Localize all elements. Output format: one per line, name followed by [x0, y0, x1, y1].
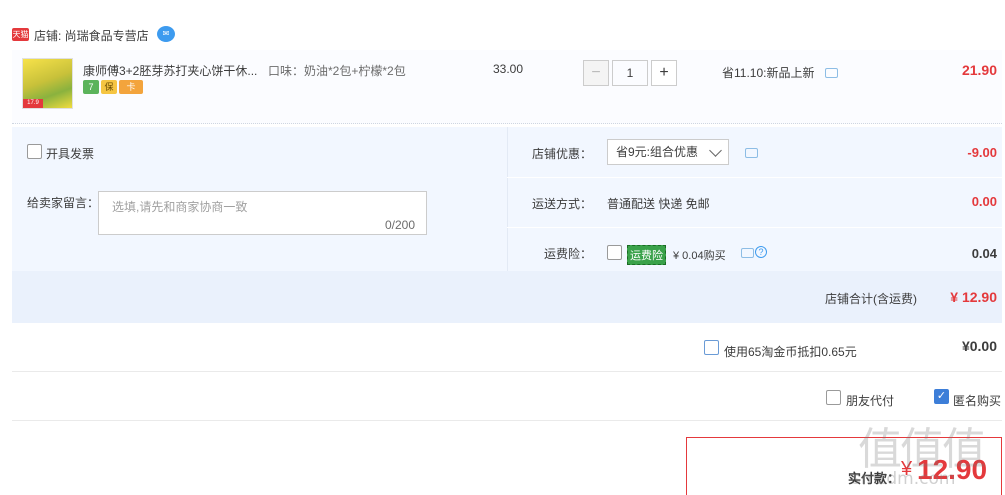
shop-name-link[interactable]: 店铺: 尚瑞食品专营店: [34, 27, 149, 44]
insurance-comment-icon[interactable]: [741, 248, 754, 258]
help-icon[interactable]: ?: [755, 246, 767, 258]
anonymous-purchase-label[interactable]: 匿名购买: [953, 392, 1001, 409]
wangwang-chat-icon[interactable]: ✉: [157, 26, 175, 42]
shop-promo-amount: -9.00: [967, 145, 997, 160]
service-icons: 7 保 卡: [83, 80, 143, 94]
thumbnail-price-tag: 17.9: [23, 99, 43, 108]
friend-pay-label[interactable]: 朋友代付: [846, 392, 894, 409]
taobao-coin-amount: ¥0.00: [961, 338, 997, 354]
item-promotion: 省11.10:新品上新: [722, 66, 815, 80]
shipping-fee: 0.00: [971, 194, 997, 209]
promo-comment-icon[interactable]: [745, 148, 758, 158]
watermark-logo: 值值值: [858, 424, 986, 475]
taobao-coin-checkbox[interactable]: [704, 340, 719, 355]
shop-promo-selected: 省9元:组合优惠: [616, 145, 699, 159]
item-subtotal: 21.90: [961, 62, 997, 78]
quantity-stepper: − 1 +: [583, 60, 677, 86]
credit-card-icon[interactable]: 卡: [119, 80, 143, 94]
promo-comment-icon[interactable]: [825, 68, 838, 78]
seller-message-label: 给卖家留言：: [27, 196, 100, 210]
shipping-insurance-label: 运费险：: [544, 247, 593, 261]
tmall-logo: 天猫: [12, 28, 29, 41]
product-title-link[interactable]: 康师傅3+2胚芽苏打夹心饼干休...: [83, 62, 257, 79]
shop-promo-dropdown[interactable]: 省9元:组合优惠: [607, 139, 729, 165]
shipping-insurance-tag: 运费险: [627, 245, 666, 265]
shop-total-label: 店铺合计(含运费): [825, 292, 917, 306]
product-attributes: 口味：奶油*2包+柠檬*2包: [268, 64, 406, 78]
divider: [507, 177, 1002, 178]
seven-day-return-icon[interactable]: 7: [83, 80, 99, 94]
shop-promo-label: 店铺优惠：: [532, 147, 593, 161]
shipping-insurance-price: ¥ 0.04购买: [673, 250, 726, 262]
quantity-increase-button[interactable]: +: [651, 60, 677, 86]
invoice-label[interactable]: 开具发票: [46, 145, 94, 162]
friend-pay-checkbox[interactable]: [826, 390, 841, 405]
watermark-url: smzdm.com: [852, 469, 956, 489]
invoice-checkbox[interactable]: [27, 144, 42, 159]
shipping-method-label: 运送方式：: [532, 197, 593, 211]
taobao-coin-label[interactable]: 使用65淘金币抵扣0.65元: [724, 343, 857, 360]
seller-message-placeholder: 选填,请先和商家协商一致: [112, 200, 248, 214]
quantity-decrease-button[interactable]: −: [583, 60, 609, 86]
shipping-insurance-fee: 0.04: [971, 246, 997, 261]
divider: [507, 227, 1002, 228]
shipping-method-value: 普通配送 快递 免邮: [607, 197, 710, 211]
shop-total-amount: ¥ 12.90: [950, 289, 997, 305]
guarantee-icon[interactable]: 保: [101, 80, 117, 94]
chevron-down-icon: [709, 144, 722, 157]
product-thumbnail[interactable]: 17.9: [22, 58, 73, 109]
unit-price: 33.00: [493, 62, 524, 76]
quantity-input[interactable]: 1: [612, 60, 648, 86]
shipping-insurance-checkbox[interactable]: [607, 245, 622, 260]
anonymous-purchase-checkbox[interactable]: ✓: [934, 389, 949, 404]
seller-message-char-count: 0/200: [385, 218, 416, 232]
